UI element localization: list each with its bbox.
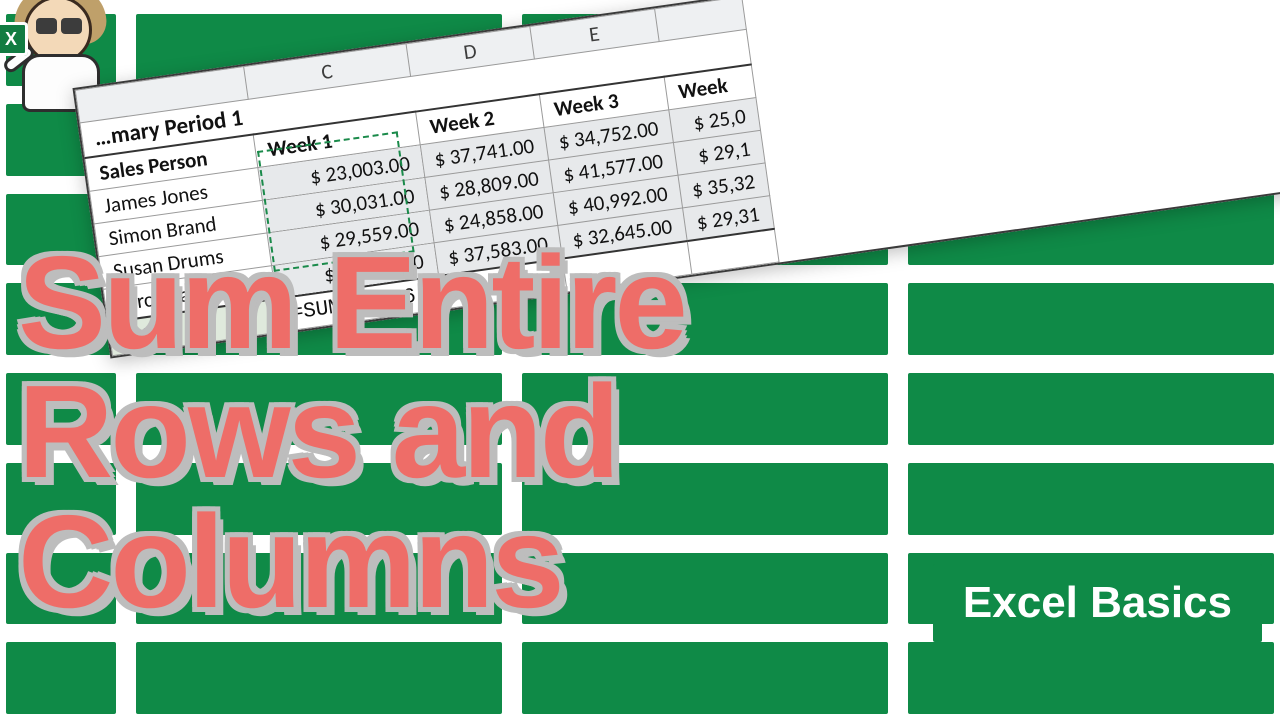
title-line: Sum Entire bbox=[18, 238, 685, 367]
series-badge: Excel Basics bbox=[933, 564, 1262, 642]
thumbnail-title: Sum Entire Rows and Columns bbox=[18, 238, 685, 626]
title-line: Columns bbox=[18, 497, 685, 626]
excel-logo-icon: X bbox=[0, 22, 28, 56]
title-line: Rows and bbox=[18, 367, 685, 496]
